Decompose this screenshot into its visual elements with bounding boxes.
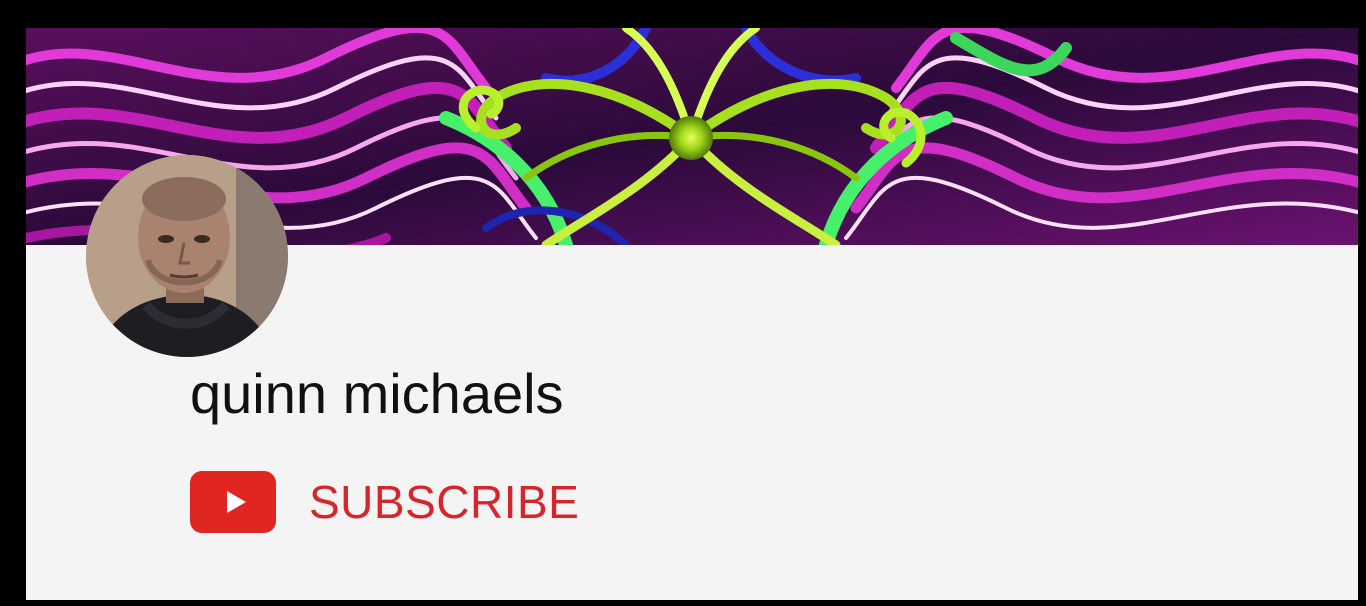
avatar-portrait-icon xyxy=(86,155,288,357)
channel-avatar[interactable] xyxy=(86,155,288,357)
play-triangle-icon xyxy=(227,491,246,513)
subscribe-button[interactable]: SUBSCRIBE xyxy=(190,471,579,533)
page-frame: quinn michaels SUBSCRIBE xyxy=(0,0,1366,606)
youtube-play-icon xyxy=(190,471,276,533)
channel-header-card: quinn michaels SUBSCRIBE xyxy=(26,28,1358,600)
subscribe-label: SUBSCRIBE xyxy=(309,476,580,528)
channel-name: quinn michaels xyxy=(190,362,564,425)
